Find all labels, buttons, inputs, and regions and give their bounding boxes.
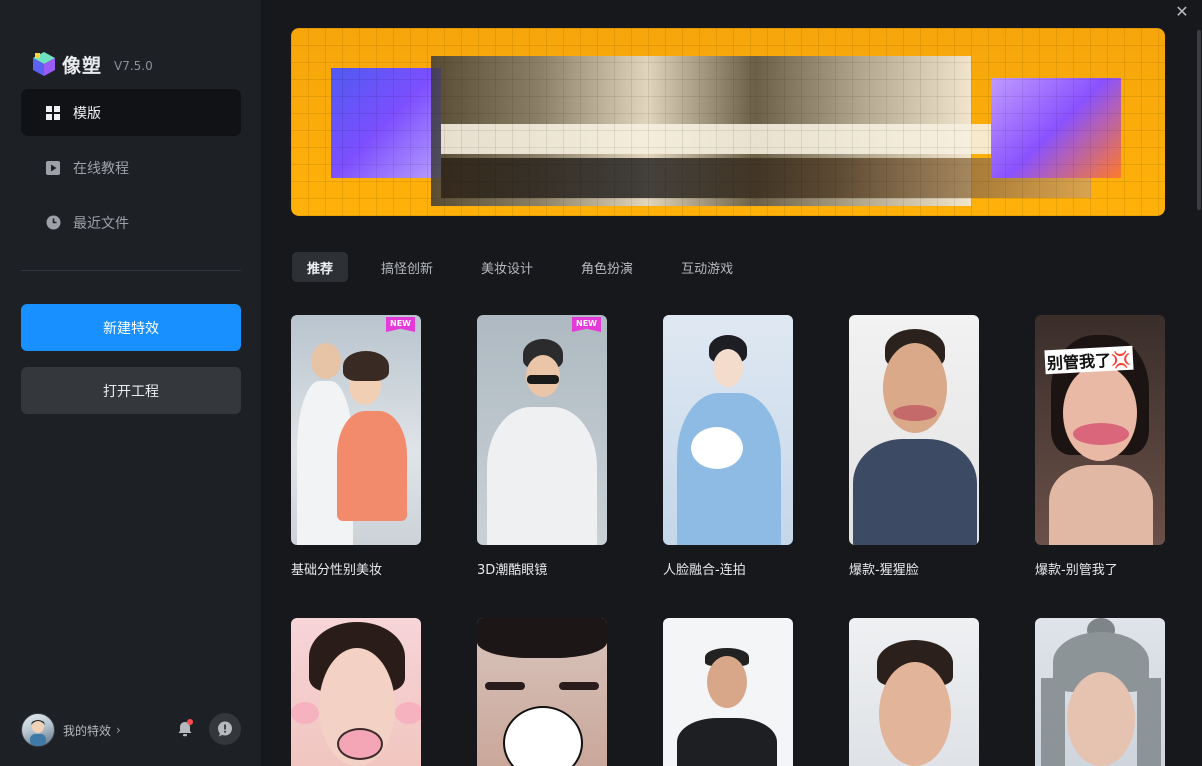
thumbnail-caption: 别管我了💢 — [1044, 345, 1134, 375]
sidebar-item-label: 在线教程 — [73, 160, 129, 177]
template-thumbnail — [1035, 618, 1165, 766]
tab-makeup[interactable]: 美妆设计 — [466, 252, 548, 282]
template-thumbnail: NEW — [477, 315, 607, 545]
template-thumbnail: 别管我了💢 — [1035, 315, 1165, 545]
close-window-button[interactable]: ✕ — [1174, 4, 1190, 20]
clock-icon — [45, 215, 61, 231]
template-card[interactable] — [477, 618, 607, 766]
sidebar-item-recent-files[interactable]: 最近文件 — [21, 199, 241, 246]
app-name: 像塑 — [62, 54, 103, 77]
sidebar-divider — [21, 270, 241, 271]
tab-recommended[interactable]: 推荐 — [292, 252, 349, 282]
my-effects-label: 我的特效 — [63, 723, 112, 738]
new-badge: NEW — [386, 317, 415, 332]
sidebar-item-label: 最近文件 — [73, 215, 129, 232]
template-title: 人脸融合-连拍 — [663, 563, 746, 578]
template-thumbnail — [663, 618, 793, 766]
banner-pixel-overlay — [291, 28, 1165, 216]
template-title: 3D潮酷眼镜 — [477, 563, 548, 578]
sidebar-item-tutorials[interactable]: 在线教程 — [21, 144, 241, 191]
template-card[interactable]: NEW 3D潮酷眼镜 — [477, 315, 607, 578]
template-card[interactable]: 人脸融合-连拍 — [663, 315, 793, 578]
template-thumbnail: NEW — [291, 315, 421, 545]
template-card[interactable] — [291, 618, 421, 766]
template-thumbnail — [291, 618, 421, 766]
tab-funny[interactable]: 搞怪创新 — [366, 252, 448, 282]
category-tabs: 推荐 搞怪创新 美妆设计 角色扮演 互动游戏 — [292, 252, 766, 282]
new-effect-button[interactable]: 新建特效 — [21, 304, 241, 351]
template-card[interactable]: 爆款-猩猩脸 — [849, 315, 979, 578]
template-title: 基础分性别美妆 — [291, 563, 383, 578]
template-card[interactable] — [849, 618, 979, 766]
scrollbar-thumb[interactable] — [1197, 30, 1201, 210]
sidebar-item-templates[interactable]: 模版 — [21, 89, 241, 136]
template-title: 爆款-猩猩脸 — [849, 563, 919, 578]
notification-dot — [187, 719, 193, 725]
template-thumbnail — [849, 315, 979, 545]
my-effects-link[interactable]: 我的特效 › — [21, 713, 121, 747]
template-card[interactable] — [663, 618, 793, 766]
avatar — [21, 713, 55, 747]
play-icon — [45, 160, 61, 176]
template-thumbnail — [477, 618, 607, 766]
logo-cube-icon — [33, 52, 55, 76]
chevron-right-icon: › — [116, 723, 121, 737]
template-card[interactable]: NEW 基础分性别美妆 — [291, 315, 421, 578]
grid-icon — [45, 105, 61, 121]
feedback-button[interactable] — [209, 713, 241, 745]
template-thumbnail — [663, 315, 793, 545]
sidebar-nav: 模版 在线教程 最近文件 — [21, 89, 241, 254]
tab-roleplay[interactable]: 角色扮演 — [566, 252, 648, 282]
new-badge: NEW — [572, 317, 601, 332]
sidebar-item-label: 模版 — [73, 105, 101, 122]
template-card[interactable] — [1035, 618, 1165, 766]
sidebar: 像塑 V7.5.0 模版 在线教程 最近文件 新建特效 打开工程 我的特效 › — [0, 0, 262, 766]
tab-interactive-games[interactable]: 互动游戏 — [666, 252, 748, 282]
feedback-icon — [218, 721, 232, 737]
open-project-button[interactable]: 打开工程 — [21, 367, 241, 414]
template-title: 爆款-别管我了 — [1035, 563, 1118, 578]
template-card[interactable]: 别管我了💢 爆款-别管我了 — [1035, 315, 1165, 578]
promo-banner[interactable] — [291, 28, 1165, 216]
app-logo: 像塑 V7.5.0 — [31, 50, 153, 78]
app-version: V7.5.0 — [114, 58, 153, 73]
template-thumbnail — [849, 618, 979, 766]
